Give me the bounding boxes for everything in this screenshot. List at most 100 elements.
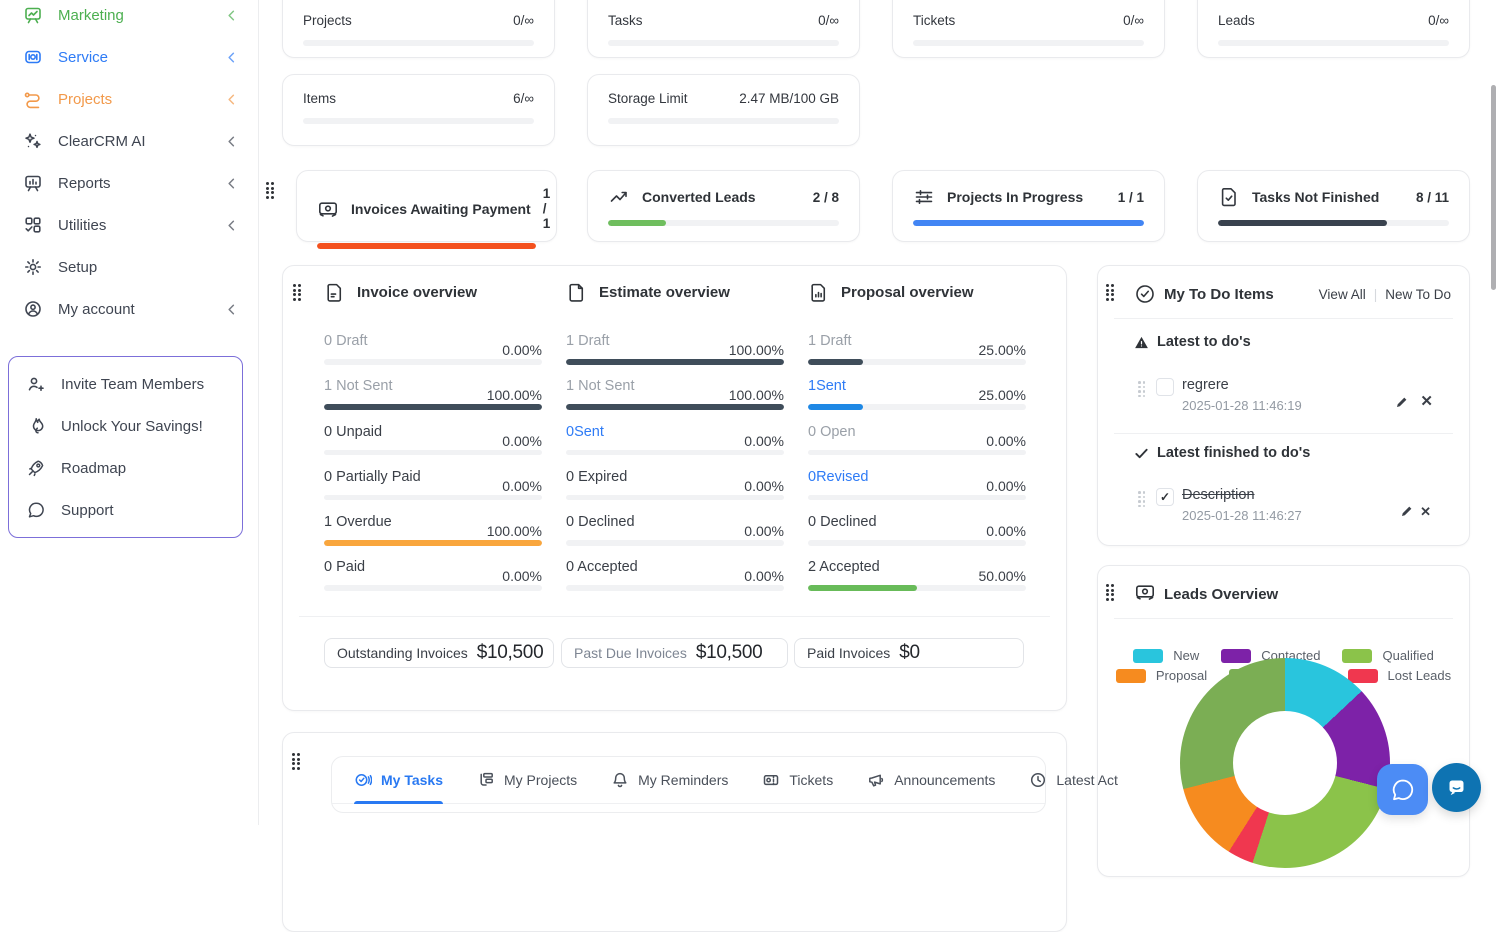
chat-bubble-icon bbox=[25, 499, 47, 521]
kpi-row-drag-handle[interactable] bbox=[266, 182, 275, 200]
main-content: Projects0/∞ Tasks0/∞ Tickets0/∞ Leads0/∞… bbox=[258, 0, 1500, 825]
unlock-savings-link[interactable]: Unlock Your Savings! bbox=[25, 405, 242, 447]
tabs-panel: My Tasks My Projects My Reminders Ticket… bbox=[282, 732, 1067, 932]
tab-my-projects[interactable]: My Projects bbox=[477, 757, 577, 803]
kpi-value: 2 / 8 bbox=[813, 190, 839, 205]
sidebar-item-label: My account bbox=[58, 301, 210, 318]
tab-tickets[interactable]: Tickets bbox=[762, 757, 833, 803]
todo-checkbox[interactable] bbox=[1156, 378, 1174, 396]
usage-card-value: 0/∞ bbox=[1123, 13, 1144, 28]
panel-divider bbox=[1114, 433, 1453, 434]
panel-divider bbox=[1114, 318, 1453, 319]
todo-item-drag-handle[interactable] bbox=[1138, 381, 1147, 399]
leads-panel-drag-handle[interactable] bbox=[1106, 584, 1115, 602]
overview-row: 0 Declined 0.00% bbox=[566, 514, 784, 559]
kpi-card-tasks-not-finished: Tasks Not Finished 8 / 11 bbox=[1197, 170, 1470, 242]
invite-team-members-link[interactable]: Invite Team Members bbox=[25, 363, 242, 405]
overview-row: 2 Accepted 50.00% bbox=[808, 559, 1026, 604]
overview-panel-drag-handle[interactable] bbox=[293, 284, 302, 302]
tab-my-tasks[interactable]: My Tasks bbox=[354, 757, 443, 803]
overview-row-label: 0 Unpaid bbox=[324, 424, 382, 440]
warning-icon bbox=[1134, 335, 1149, 350]
support-link[interactable]: Support bbox=[25, 489, 242, 531]
edit-pencil-icon[interactable] bbox=[1400, 504, 1414, 518]
overview-row: 0 Expired 0.00% bbox=[566, 469, 784, 514]
sidebar-item-clearcrm-ai[interactable]: ClearCRM AI bbox=[22, 120, 258, 162]
latest-todos-section-title: Latest to do's bbox=[1134, 334, 1251, 350]
todo-checkbox-checked[interactable]: ✓ bbox=[1156, 488, 1174, 506]
legend-swatch bbox=[1342, 649, 1372, 663]
sidebar-item-label: Utilities bbox=[58, 217, 210, 234]
roadmap-link[interactable]: Roadmap bbox=[25, 447, 242, 489]
legend-label: New bbox=[1173, 648, 1199, 663]
todo-panel-drag-handle[interactable] bbox=[1106, 284, 1115, 302]
todo-item-drag-handle[interactable] bbox=[1138, 491, 1147, 509]
overview-row-link[interactable]: 1Sent bbox=[808, 378, 846, 394]
todo-item-date: 2025-01-28 11:46:27 bbox=[1182, 508, 1302, 523]
view-all-link[interactable]: View All bbox=[1319, 287, 1366, 302]
usage-card-storage: Storage Limit2.47 MB/100 GB bbox=[587, 74, 860, 146]
sidebar-item-label: Service bbox=[58, 49, 210, 66]
overview-row-label: 0 Expired bbox=[566, 469, 627, 485]
overview-row: 0 Accepted 0.00% bbox=[566, 559, 784, 604]
sidebar-item-reports[interactable]: Reports bbox=[22, 162, 258, 204]
tab-announcements[interactable]: Announcements bbox=[867, 757, 995, 803]
legend-item: Qualified bbox=[1342, 648, 1433, 663]
overview-row-link[interactable]: 0Sent bbox=[566, 424, 604, 440]
kpi-card-invoices-awaiting-payment: Invoices Awaiting Payment 1 / 1 bbox=[296, 170, 557, 242]
overview-row: 0 Open 0.00% bbox=[808, 424, 1026, 469]
pill-value: $0 bbox=[899, 642, 920, 664]
new-todo-link[interactable]: New To Do bbox=[1385, 287, 1451, 302]
overview-row-label: 0 Paid bbox=[324, 559, 365, 575]
sidebar-item-utilities[interactable]: Utilities bbox=[22, 204, 258, 246]
sidebar-nav: Marketing Service Projects ClearCRM AI bbox=[0, 0, 258, 330]
tabs-panel-drag-handle[interactable] bbox=[292, 753, 301, 771]
marketing-icon bbox=[22, 4, 44, 26]
overview-row-pct: 0.00% bbox=[744, 568, 784, 584]
estimate-document-icon bbox=[566, 282, 587, 303]
tab-my-reminders[interactable]: My Reminders bbox=[611, 757, 728, 803]
progress-track bbox=[303, 118, 534, 124]
overview-row-link[interactable]: 0Revised bbox=[808, 469, 868, 485]
usage-card-label: Leads bbox=[1218, 13, 1255, 28]
delete-x-icon[interactable]: ✕ bbox=[1420, 394, 1433, 409]
vertical-scrollbar-thumb[interactable] bbox=[1491, 85, 1496, 290]
chevron-left-icon bbox=[224, 7, 240, 23]
progress-track bbox=[608, 40, 839, 46]
overview-row-pct: 100.00% bbox=[729, 387, 784, 403]
overview-row-pct: 100.00% bbox=[729, 342, 784, 358]
progress-fill bbox=[317, 243, 536, 249]
section-title-text: Latest finished to do's bbox=[1157, 445, 1310, 461]
sidebar-item-setup[interactable]: Setup bbox=[22, 246, 258, 288]
sidebar-item-my-account[interactable]: My account bbox=[22, 288, 258, 330]
progress-track bbox=[1218, 220, 1449, 226]
sidebar: Marketing Service Projects ClearCRM AI bbox=[0, 0, 259, 825]
overview-row-pct: 0.00% bbox=[502, 568, 542, 584]
legend-item: New bbox=[1133, 648, 1199, 663]
sidebar-item-marketing[interactable]: Marketing bbox=[22, 0, 258, 36]
tab-label: My Tasks bbox=[381, 772, 443, 788]
messenger-button[interactable] bbox=[1432, 763, 1481, 812]
sidebar-item-projects[interactable]: Projects bbox=[22, 78, 258, 120]
usage-card-tasks: Tasks0/∞ bbox=[587, 0, 860, 58]
progress-track bbox=[913, 220, 1144, 226]
overview-row-pct: 25.00% bbox=[979, 342, 1026, 358]
chat-widget-button[interactable] bbox=[1377, 764, 1428, 815]
kpi-value: 1 / 1 bbox=[1118, 190, 1144, 205]
edit-pencil-icon[interactable] bbox=[1395, 395, 1409, 409]
sidebar-item-service[interactable]: Service bbox=[22, 36, 258, 78]
progress-track bbox=[1218, 40, 1449, 46]
tab-latest-activity[interactable]: Latest Act bbox=[1029, 757, 1117, 803]
tab-label: Announcements bbox=[894, 772, 995, 788]
overview-row-pct: 0.00% bbox=[744, 478, 784, 494]
usage-card-projects: Projects0/∞ bbox=[282, 0, 555, 58]
delete-x-icon[interactable]: ✕ bbox=[1420, 505, 1431, 518]
overview-row-pct: 0.00% bbox=[744, 433, 784, 449]
legend-label: Qualified bbox=[1382, 648, 1433, 663]
overview-row-pct: 50.00% bbox=[979, 568, 1026, 584]
panel-divider bbox=[1114, 618, 1453, 619]
overview-row-pct: 100.00% bbox=[487, 523, 542, 539]
sidebar-item-label: Setup bbox=[58, 259, 240, 276]
kpi-label: Invoices Awaiting Payment bbox=[351, 201, 531, 217]
project-list-icon bbox=[477, 771, 495, 789]
